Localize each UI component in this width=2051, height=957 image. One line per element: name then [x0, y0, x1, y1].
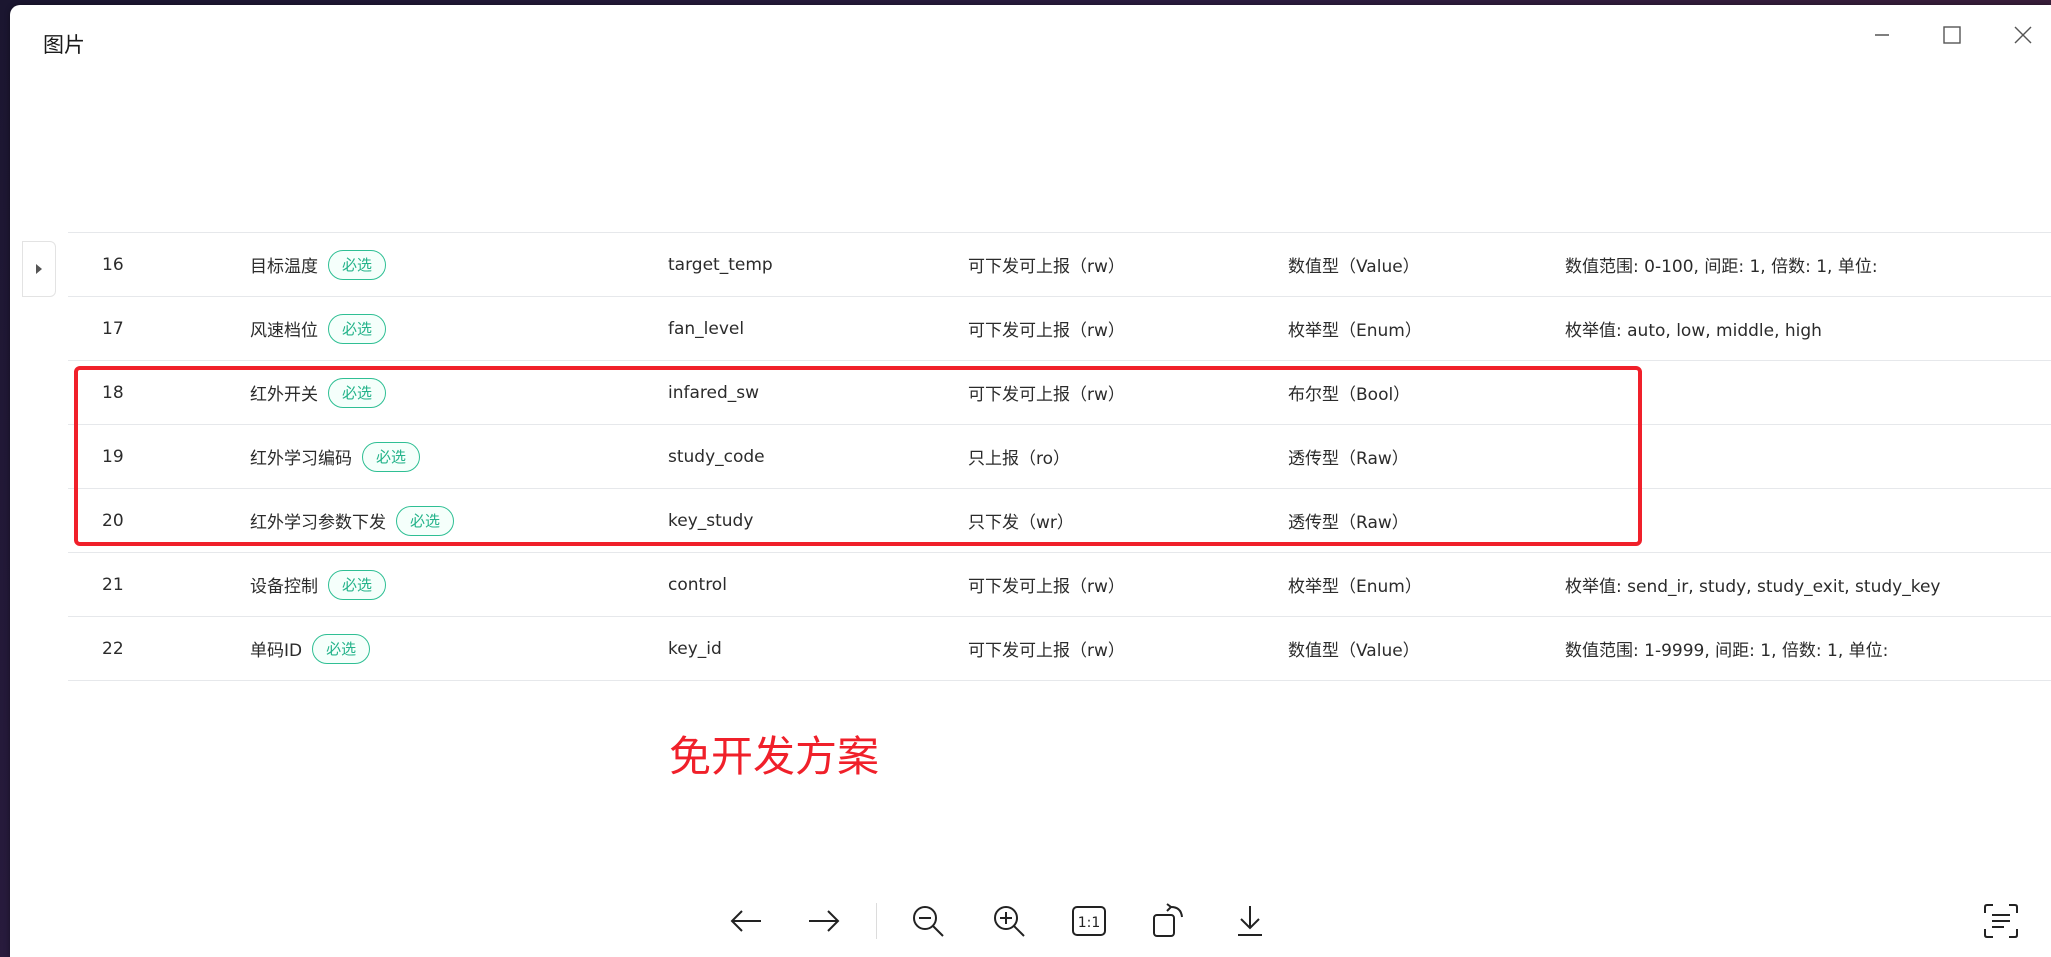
zoom-in-icon — [994, 906, 1025, 937]
sidebar-toggle-button[interactable] — [22, 241, 56, 297]
access-mode: 可下发可上报（rw） — [968, 321, 1125, 341]
table-row: 16 目标温度 必选 target_temp 可下发可上报（rw） 数值型（Value） 数… — [68, 232, 2051, 296]
required-tag: 必选 — [362, 441, 421, 472]
property-name: 设备控制 — [250, 577, 318, 597]
data-table: 16 目标温度 必选 target_temp 可下发可上报（rw） 数值型（Value）数… — [68, 232, 2051, 681]
property-name: 目标温度 — [250, 257, 318, 277]
property-name: 红外学习编码 — [250, 449, 352, 469]
table-row: 19 红外学习编码 必选 study_code 只上报（ro） 透传型（Raw） — [68, 424, 2051, 488]
data-spec: 数值范围: 0-100, 间距: 1, 倍数: 1, 单位: — [1565, 257, 1878, 277]
rotate-button[interactable] — [1143, 895, 1195, 947]
maximize-button[interactable] — [1922, 13, 1982, 57]
property-name-cell: 目标温度 必选 — [250, 233, 387, 296]
property-name-cell: 单码ID 必选 — [250, 617, 371, 680]
property-name: 风速档位 — [250, 321, 318, 341]
actual-size-icon: 1:1 — [1072, 906, 1106, 936]
access-mode: 可下发可上报（rw） — [968, 641, 1125, 661]
required-tag: 必选 — [328, 313, 387, 344]
access-mode: 可下发可上报（rw） — [968, 577, 1125, 597]
row-index: 22 — [102, 638, 124, 659]
row-index: 17 — [102, 318, 124, 339]
data-type: 透传型（Raw） — [1288, 449, 1409, 469]
data-spec: 枚举值: auto, low, middle, high — [1565, 321, 1822, 341]
data-type: 布尔型（Bool） — [1288, 385, 1411, 405]
property-name: 红外学习参数下发 — [250, 513, 386, 533]
property-name-cell: 红外学习参数下发 必选 — [250, 489, 455, 552]
arrow-right-icon — [809, 910, 840, 932]
text-recognition-button[interactable] — [1975, 895, 2027, 947]
identifier: control — [668, 574, 727, 595]
arrow-left-icon — [730, 910, 761, 932]
identifier: target_temp — [668, 254, 773, 275]
required-tag: 必选 — [396, 505, 455, 536]
required-tag: 必选 — [328, 249, 387, 280]
actual-size-button[interactable]: 1:1 — [1063, 895, 1115, 947]
zoom-out-icon — [913, 906, 944, 937]
zoom-out-button[interactable] — [902, 895, 954, 947]
property-name: 单码ID — [250, 641, 303, 661]
access-mode: 只上报（ro） — [968, 449, 1071, 469]
identifier: key_id — [668, 638, 722, 659]
table-row: 18 红外开关 必选 infared_sw 可下发可上报（rw） 布尔型（Bool） — [68, 360, 2051, 424]
identifier: key_study — [668, 510, 754, 531]
identifier: study_code — [668, 446, 765, 467]
text-recognition-icon — [1984, 904, 2018, 938]
row-index: 18 — [102, 382, 124, 403]
identifier: infared_sw — [668, 382, 760, 403]
row-index: 21 — [102, 574, 124, 595]
required-tag: 必选 — [312, 633, 371, 664]
previous-button[interactable] — [720, 895, 772, 947]
access-mode: 可下发可上报（rw） — [968, 257, 1125, 277]
window-title: 图片 — [43, 33, 85, 57]
row-index: 16 — [102, 254, 124, 275]
minimize-button[interactable] — [1852, 13, 1912, 57]
download-button[interactable] — [1224, 895, 1276, 947]
toolbar-separator — [876, 903, 877, 939]
table-row: 22 单码ID 必选 key_id 可下发可上报（rw） 数值型（Value） 数值范围: … — [68, 616, 2051, 681]
property-name-cell: 红外开关 必选 — [250, 361, 387, 424]
close-button[interactable] — [1993, 13, 2051, 57]
actual-size-label: 1:1 — [1078, 915, 1101, 931]
access-mode: 只下发（wr） — [968, 513, 1074, 533]
required-tag: 必选 — [328, 377, 387, 408]
data-type: 数值型（Value） — [1288, 257, 1420, 277]
row-index: 20 — [102, 510, 124, 531]
required-tag: 必选 — [328, 569, 387, 600]
rotate-icon — [1153, 903, 1183, 937]
data-type: 枚举型（Enum） — [1288, 321, 1422, 341]
maximize-icon — [1943, 26, 1961, 44]
property-name-cell: 设备控制 必选 — [250, 553, 387, 616]
caret-right-icon — [36, 264, 42, 274]
next-button[interactable] — [798, 895, 850, 947]
table-row: 17 风速档位 必选 fan_level 可下发可上报（rw） 枚举型（Enum） 枚举值:… — [68, 296, 2051, 360]
table-row: 20 红外学习参数下发 必选 key_study 只下发（wr） 透传型（Raw） — [68, 488, 2051, 552]
close-icon — [2014, 26, 2032, 44]
data-spec: 数值范围: 1-9999, 间距: 1, 倍数: 1, 单位: — [1565, 641, 1889, 661]
data-type: 枚举型（Enum） — [1288, 577, 1422, 597]
table-row: 21 设备控制 必选 control 可下发可上报（rw） 枚举型（Enum） 枚举值: s… — [68, 552, 2051, 616]
minimize-icon — [1875, 34, 1889, 36]
download-icon — [1238, 906, 1262, 936]
data-type: 数值型（Value） — [1288, 641, 1420, 661]
property-name-cell: 风速档位 必选 — [250, 297, 387, 360]
data-type: 透传型（Raw） — [1288, 513, 1409, 533]
property-name-cell: 红外学习编码 必选 — [250, 425, 421, 488]
property-name: 红外开关 — [250, 385, 318, 405]
identifier: fan_level — [668, 318, 745, 339]
row-index: 19 — [102, 446, 124, 467]
image-viewer-window: 图片 16 目标温度 必选 target_temp 可下发可上报（rw） 数值型（Valu… — [10, 5, 2051, 957]
zoom-in-button[interactable] — [983, 895, 1035, 947]
annotation-text: 免开发方案 — [669, 732, 880, 781]
data-spec: 枚举值: send_ir, study, study_exit, study_k… — [1565, 577, 1941, 597]
access-mode: 可下发可上报（rw） — [968, 385, 1125, 405]
